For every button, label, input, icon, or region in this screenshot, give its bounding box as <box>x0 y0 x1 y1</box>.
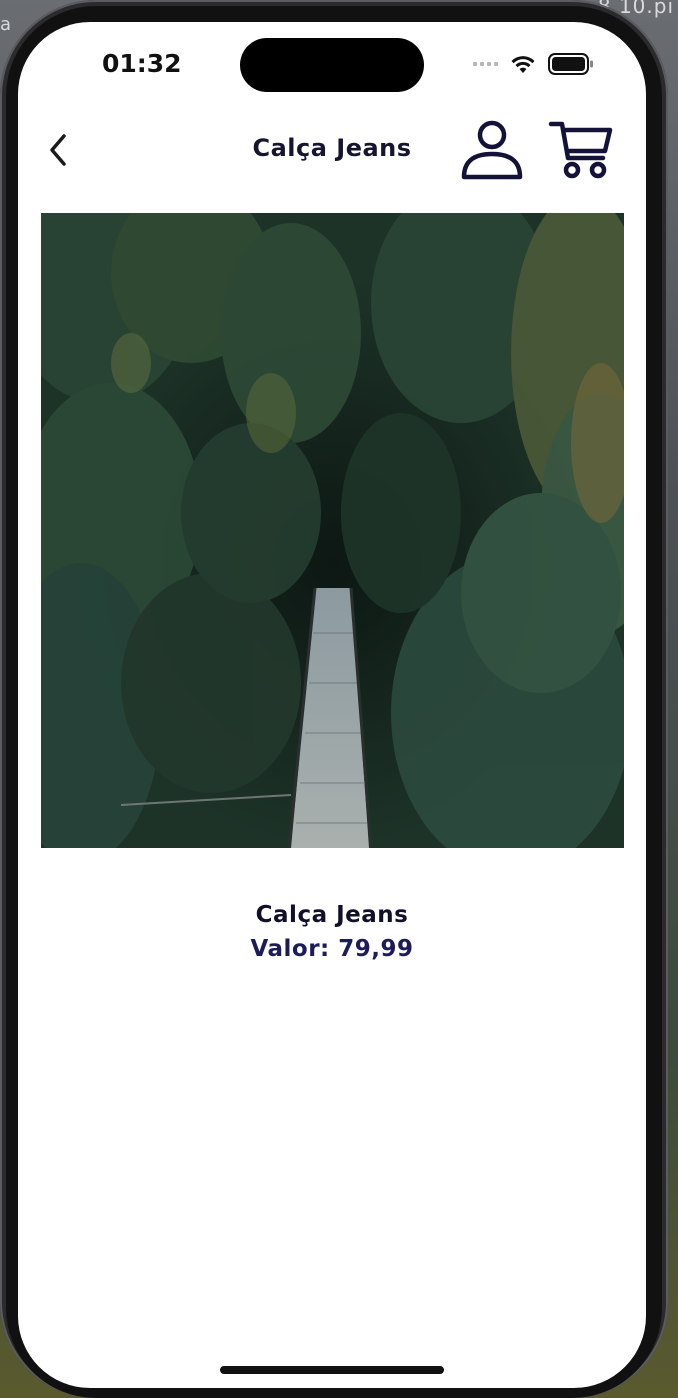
user-icon[interactable] <box>460 118 524 182</box>
signal-icon <box>473 62 498 66</box>
chevron-left-icon[interactable] <box>44 132 72 168</box>
status-time: 01:32 <box>102 49 182 78</box>
product-image <box>41 213 624 848</box>
cart-icon[interactable] <box>548 118 614 182</box>
product-info: Calça Jeans Valor: 79,99 <box>18 898 646 966</box>
nav-bar: Calça Jeans <box>18 114 646 184</box>
status-icons <box>473 52 594 76</box>
desktop-side-text: a <box>0 14 12 35</box>
product-price: Valor: 79,99 <box>250 936 414 962</box>
home-indicator[interactable] <box>220 1366 444 1374</box>
dynamic-island <box>240 38 424 92</box>
wifi-icon <box>510 54 536 74</box>
battery-icon <box>548 53 594 75</box>
app-screen: 01:32 Calça Jeans Calça Jeans Valor: 79,… <box>18 22 646 1388</box>
product-name: Calça Jeans <box>255 902 409 928</box>
page-title: Calça Jeans <box>252 134 412 162</box>
